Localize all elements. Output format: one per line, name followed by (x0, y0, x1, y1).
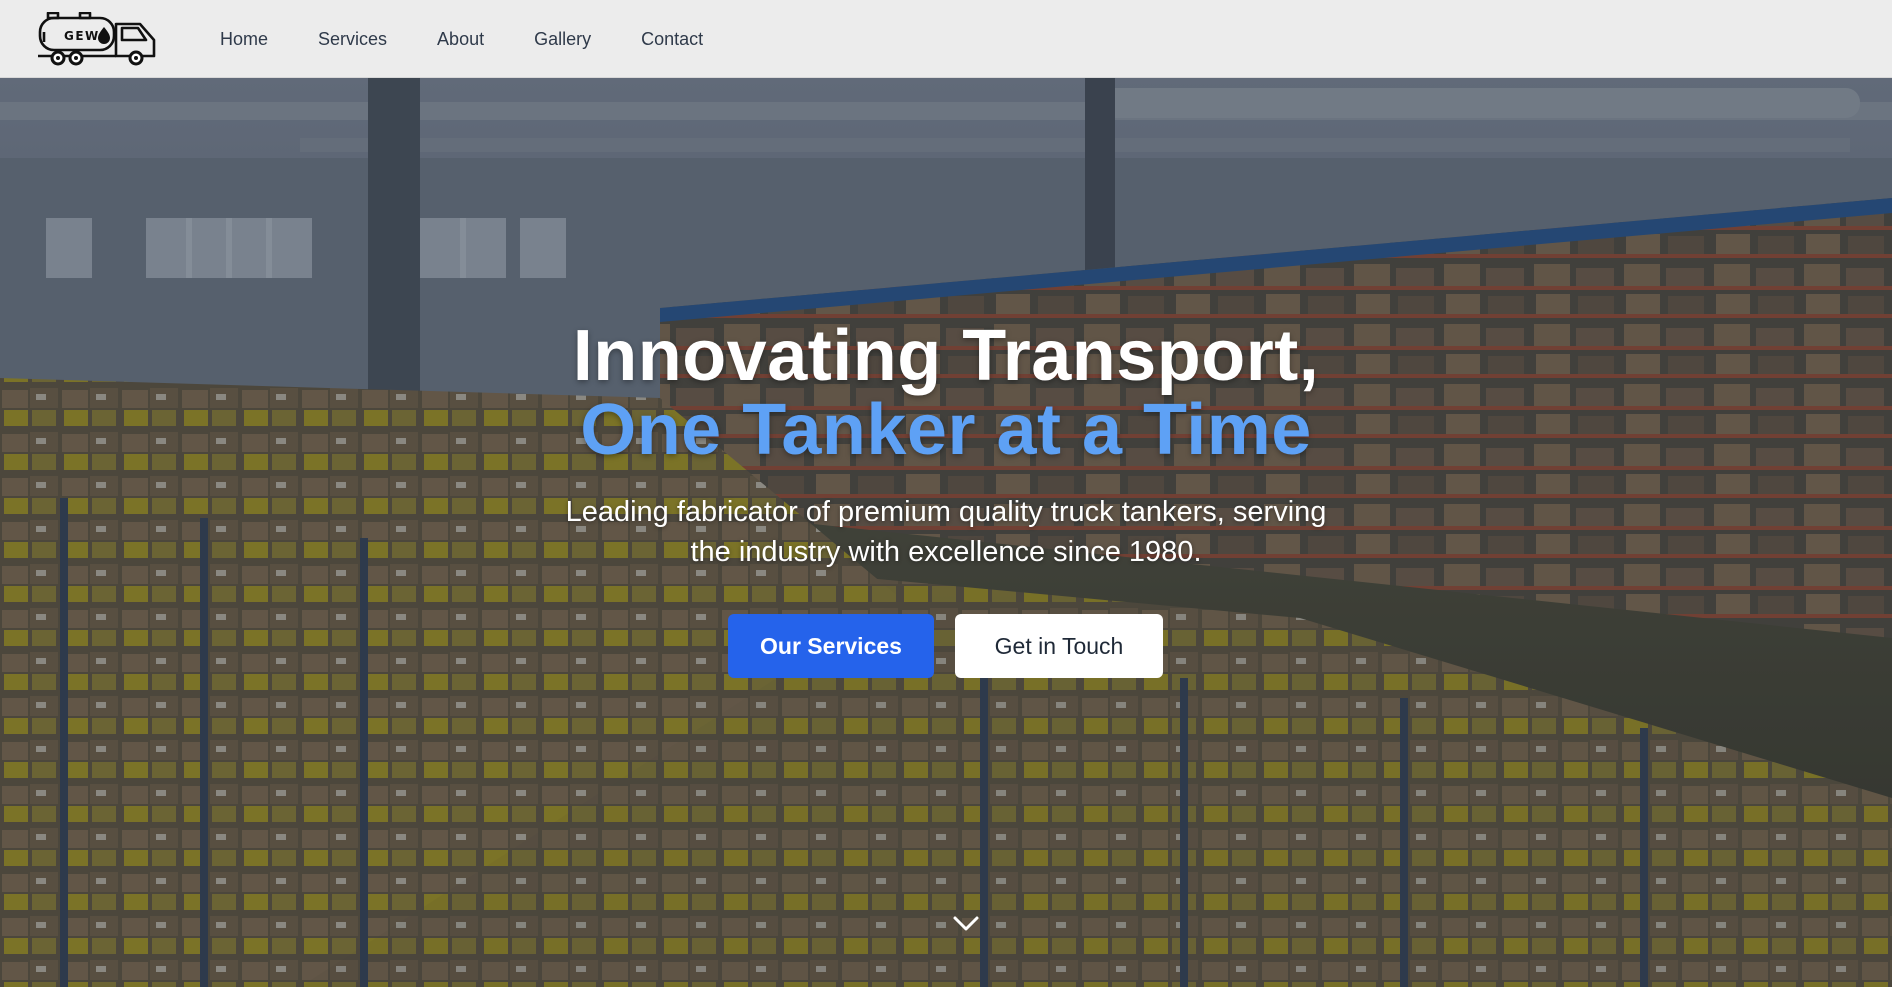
main-nav: Home Services About Gallery Contact (220, 0, 703, 78)
nav-link-gallery[interactable]: Gallery (534, 29, 591, 50)
brand-logo[interactable]: GEW (36, 11, 162, 66)
nav-link-contact[interactable]: Contact (641, 29, 703, 50)
nav-link-about[interactable]: About (437, 29, 484, 50)
chevron-down-icon (953, 916, 979, 931)
hero-subtext-line2: the industry with excellence since 1980. (690, 536, 1202, 568)
hero-section: Innovating Transport, One Tanker at a Ti… (0, 78, 1892, 987)
hero-headline-line2: One Tanker at a Time (580, 390, 1312, 470)
hero-headline-line1: Innovating Transport, (572, 316, 1320, 396)
scroll-down-button[interactable] (952, 914, 980, 934)
nav-link-home[interactable]: Home (220, 29, 268, 50)
navbar: GEW Home Services About Gallery Contact (0, 0, 1892, 78)
hero-subtext: Leading fabricator of premium quality tr… (0, 492, 1892, 572)
logo-text: GEW (64, 29, 100, 43)
our-services-button[interactable]: Our Services (728, 614, 934, 678)
nav-link-services[interactable]: Services (318, 29, 387, 50)
hero-subtext-line1: Leading fabricator of premium quality tr… (565, 496, 1327, 528)
get-in-touch-button[interactable]: Get in Touch (955, 614, 1163, 678)
tanker-truck-icon: GEW (38, 11, 156, 66)
